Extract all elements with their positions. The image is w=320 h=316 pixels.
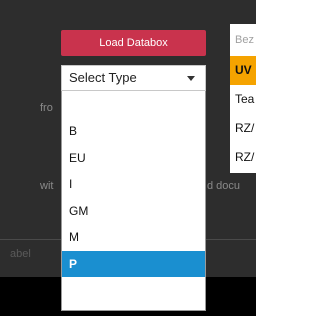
type-option-i[interactable]: I [62,171,205,198]
side-list-item[interactable]: Tea [230,85,256,114]
background-text-from: fro [40,102,53,114]
type-dropdown-list: B EU I GM M P [61,91,206,311]
type-option-empty[interactable] [62,91,205,118]
type-option-eu[interactable]: EU [62,145,205,172]
chevron-down-icon [187,76,195,81]
side-list: Bez UV Tea RZ/ RZ/ [230,24,256,173]
load-databox-button[interactable]: Load Databox [61,30,206,56]
side-list-item[interactable]: RZ/ [230,114,256,143]
side-list-item[interactable]: RZ/ [230,143,256,172]
background-text-with: wit [40,180,54,192]
background-text-label: abel [10,248,31,260]
type-option-b[interactable]: B [62,118,205,145]
type-select-value: Select Type [69,70,137,85]
background-text-document: d docu [207,180,241,192]
side-list-header: Bez [235,34,254,46]
type-option-m[interactable]: M [62,224,205,251]
side-list-item[interactable]: UV [230,56,256,85]
type-option-gm[interactable]: GM [62,198,205,225]
type-option-p[interactable]: P [62,250,205,277]
type-select[interactable]: Select Type [61,65,206,91]
